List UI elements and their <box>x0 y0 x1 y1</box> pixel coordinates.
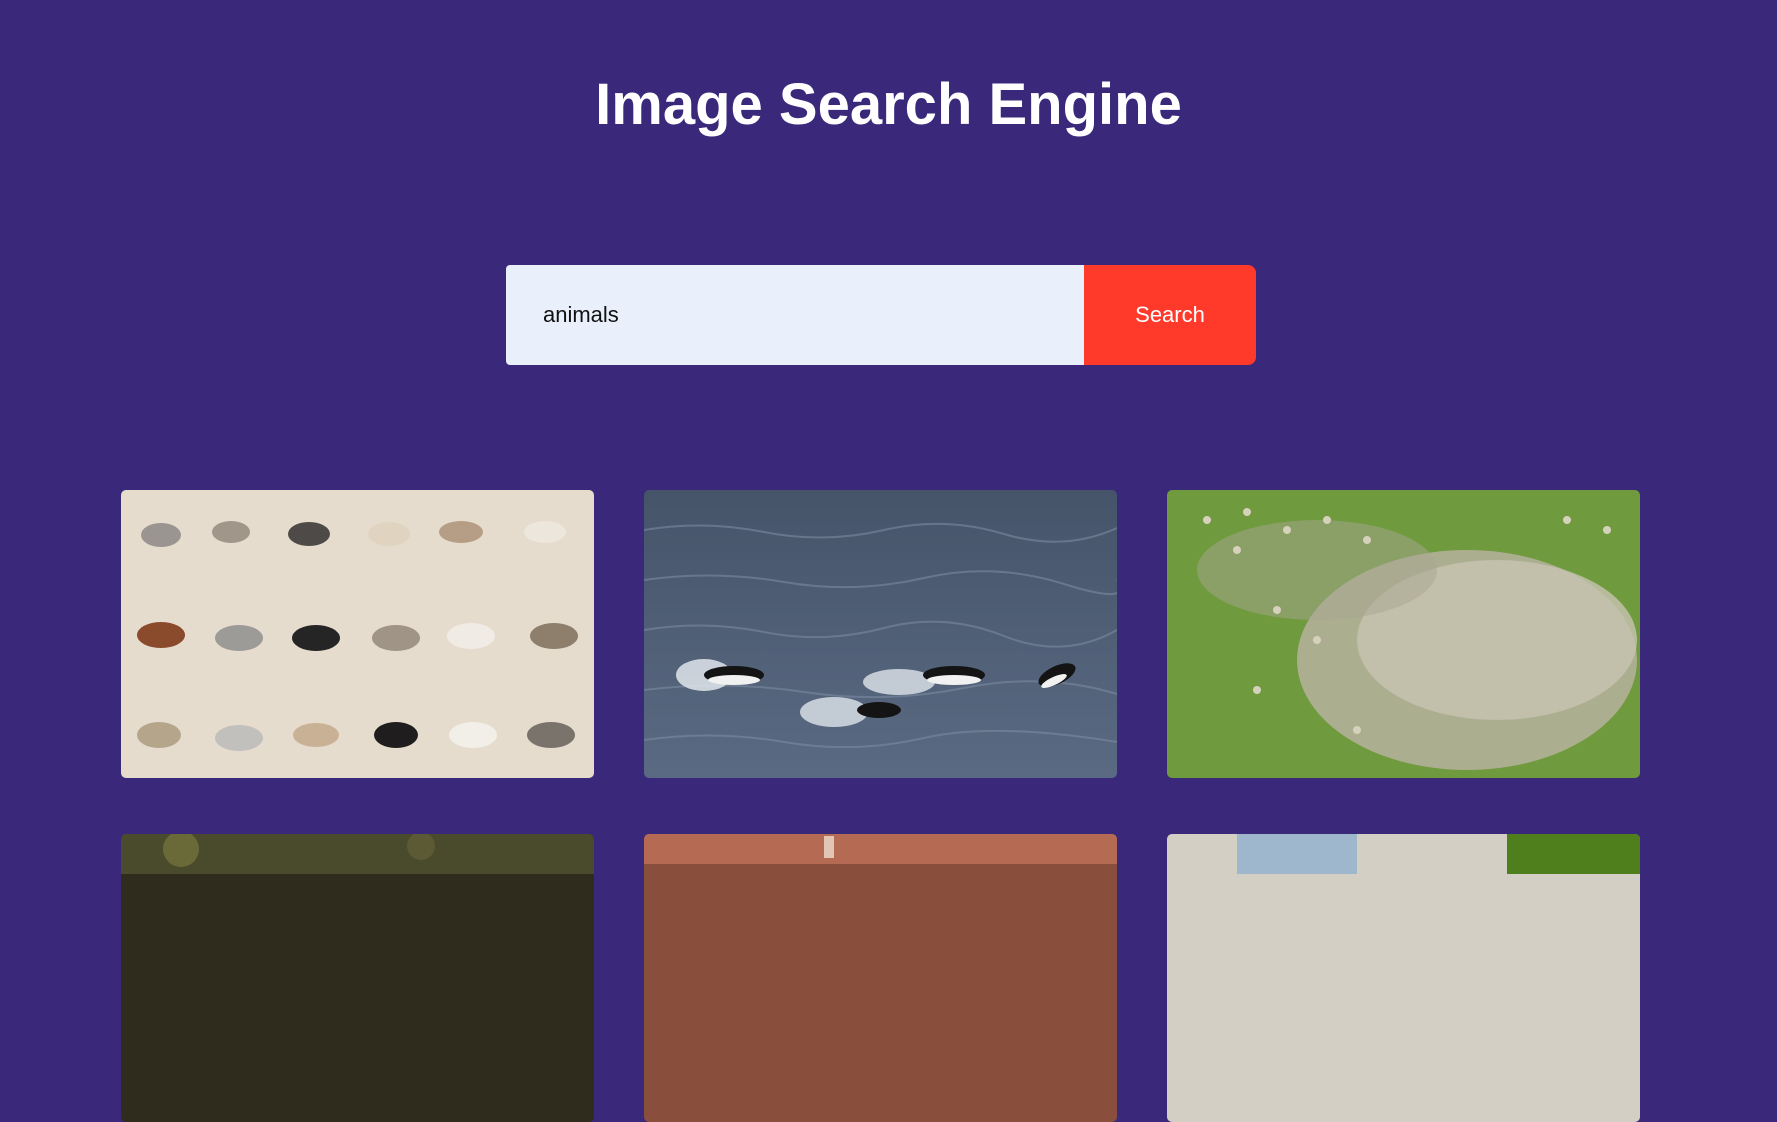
horses-image <box>121 490 594 778</box>
page-title: Image Search Engine <box>595 72 1182 137</box>
result-image-sheep[interactable] <box>1167 490 1640 778</box>
result-image-6[interactable] <box>1167 834 1640 1122</box>
search-input[interactable] <box>506 265 1084 365</box>
result-image-5[interactable] <box>644 834 1117 1122</box>
reddish-image <box>644 834 1117 1122</box>
results-grid <box>121 490 1641 1122</box>
result-image-penguins[interactable] <box>644 490 1117 778</box>
sheep-image <box>1167 490 1640 778</box>
search-button[interactable]: Search <box>1084 265 1256 365</box>
penguins-image <box>644 490 1117 778</box>
foliage-image <box>121 834 594 1122</box>
window-image <box>1167 834 1640 1122</box>
result-image-4[interactable] <box>121 834 594 1122</box>
result-image-horses[interactable] <box>121 490 594 778</box>
search-form: Search <box>506 265 1256 365</box>
